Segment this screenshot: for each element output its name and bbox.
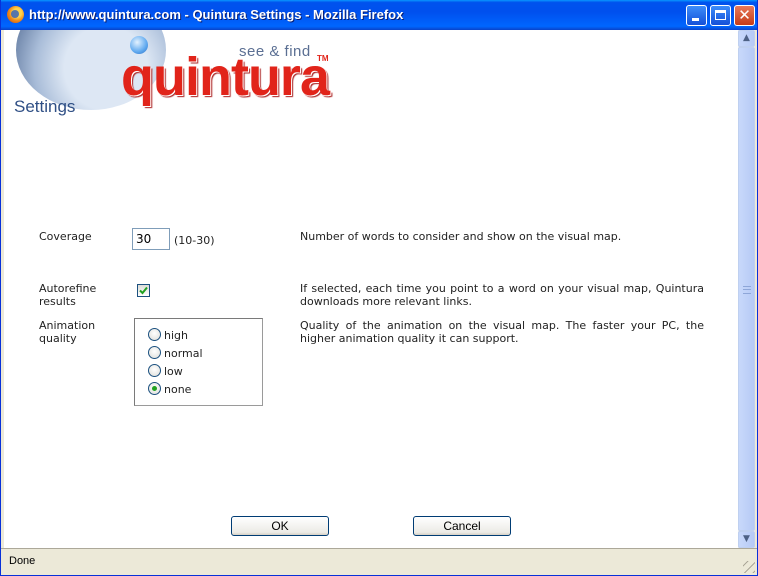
window-title: http://www.quintura.com - Quintura Setti… (29, 7, 404, 22)
status-bar: Done (1, 548, 757, 575)
radio-button[interactable] (148, 328, 161, 341)
radio-selected-dot (152, 386, 157, 391)
page-content: see & find quintura TM Settings Coverage… (4, 30, 738, 548)
radio-button[interactable] (148, 346, 161, 359)
minimize-button[interactable] (686, 5, 707, 26)
ok-button[interactable]: OK (231, 516, 329, 536)
resize-grip-icon[interactable] (743, 561, 755, 573)
animation-label-line1: Animation (39, 319, 96, 332)
logo-trademark: TM (317, 54, 329, 63)
autorefine-checkbox[interactable] (137, 284, 150, 297)
coverage-range-hint: (10-30) (174, 234, 215, 247)
coverage-label: Coverage (39, 230, 92, 243)
animation-label-line2: quality (39, 332, 77, 345)
title-bar[interactable]: http://www.quintura.com - Quintura Setti… (1, 0, 757, 30)
page-title: Settings (14, 97, 76, 116)
cancel-button[interactable]: Cancel (413, 516, 511, 536)
maximize-button[interactable] (710, 5, 731, 26)
coverage-input[interactable] (132, 228, 170, 250)
check-icon (139, 286, 148, 295)
grip-icon (743, 286, 751, 294)
coverage-description: Number of words to consider and show on … (300, 230, 622, 243)
radio-label: none (164, 383, 192, 396)
animation-quality-label: Animation quality (39, 319, 95, 345)
close-icon: ✕ (738, 6, 751, 24)
radio-button[interactable] (148, 382, 161, 395)
scroll-down-arrow-icon[interactable]: ▼ (738, 531, 755, 548)
firefox-icon (7, 6, 24, 23)
animation-quality-group: high normal low none (134, 318, 263, 406)
radio-label: normal (164, 347, 203, 360)
animation-description: Quality of the animation on the visual m… (300, 319, 704, 345)
autorefine-label-line2: results (39, 295, 76, 308)
autorefine-label-line1: Autorefine (39, 282, 97, 295)
browser-window: http://www.quintura.com - Quintura Setti… (0, 0, 758, 576)
autorefine-description: If selected, each time you point to a wo… (300, 282, 704, 308)
close-button[interactable]: ✕ (734, 5, 755, 26)
radio-button[interactable] (148, 364, 161, 377)
radio-label: high (164, 329, 188, 342)
status-text: Done (9, 555, 36, 567)
logo-wordmark: quintura (121, 47, 330, 107)
autorefine-label: Autorefine results (39, 282, 96, 308)
vertical-scrollbar[interactable]: ▲ ▼ (738, 30, 755, 548)
scroll-up-arrow-icon[interactable]: ▲ (738, 30, 755, 47)
radio-label: low (164, 365, 183, 378)
scrollbar-thumb[interactable] (738, 47, 755, 531)
